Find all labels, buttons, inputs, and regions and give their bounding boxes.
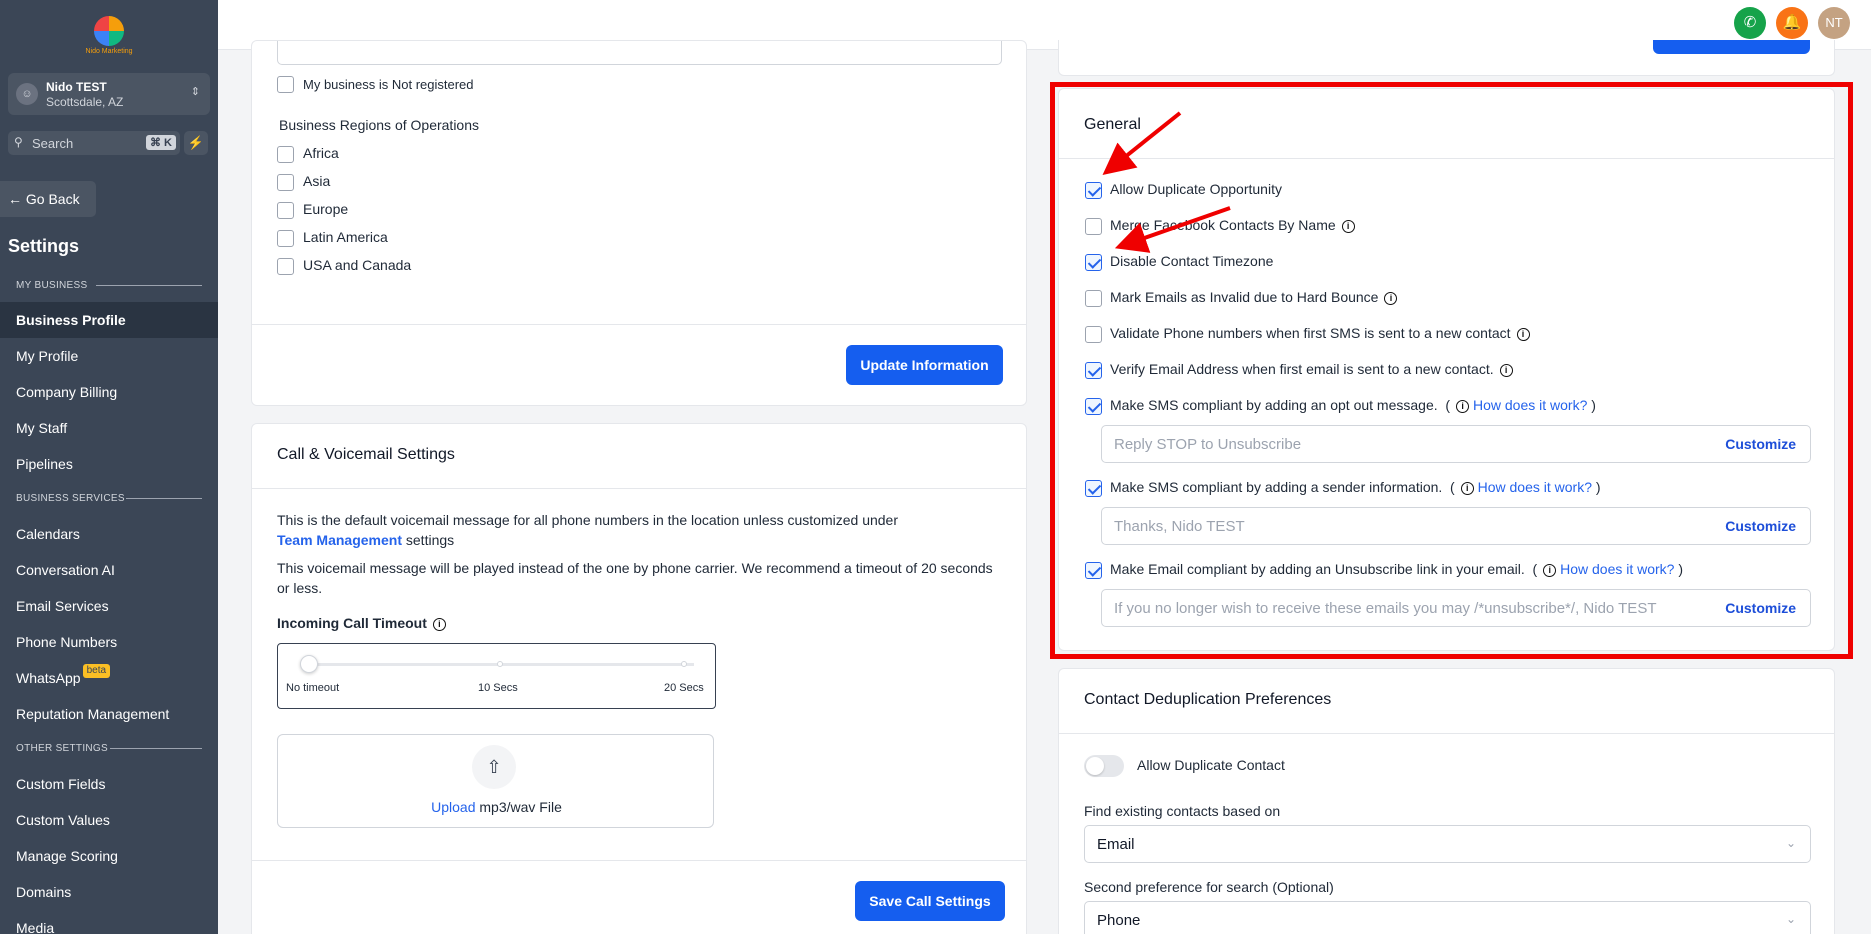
sidebar-item-custom-values[interactable]: Custom Values (0, 802, 218, 838)
dedup-title: Contact Deduplication Preferences (1084, 691, 1332, 708)
second-pref-label: Second preference for search (Optional) (1084, 879, 1334, 895)
slider-tick (681, 661, 687, 667)
divider (252, 860, 1026, 861)
search-input[interactable]: ⚲ Search ⌘ K (8, 131, 180, 155)
not-registered-label: My business is Not registered (303, 77, 474, 92)
slider-tick-label: 20 Secs (664, 682, 704, 694)
toggle-label: Allow Duplicate Contact (1137, 757, 1285, 773)
region-label: USA and Canada (303, 257, 412, 273)
regions-title: Business Regions of Operations (279, 117, 479, 133)
sidebar-item-phone-numbers[interactable]: Phone Numbers (0, 624, 218, 660)
settings-title: Settings (8, 236, 80, 256)
region-label: Africa (303, 145, 339, 161)
company-logo[interactable]: Nido Marketing (80, 16, 138, 58)
annotation-highlight-box (1050, 82, 1853, 659)
sidebar-item-pipelines[interactable]: Pipelines (0, 446, 218, 482)
sidebar-item-email-services[interactable]: Email Services (0, 588, 218, 624)
shortcut-badge: ⌘ K (146, 135, 176, 150)
region-label: Latin America (303, 229, 388, 245)
divider (1059, 733, 1834, 734)
timeout-label: Incoming Call Timeout i (277, 615, 446, 631)
divider (252, 324, 1026, 325)
region-label: Asia (303, 173, 331, 189)
chevron-down-icon: ⌄ (1785, 836, 1796, 850)
sidebar-item-manage-scoring[interactable]: Manage Scoring (0, 838, 218, 874)
sidebar-item-my-staff[interactable]: My Staff (0, 410, 218, 446)
upload-dropzone[interactable]: ⇧ Upload mp3/wav File (277, 734, 714, 828)
call-voicemail-card: Call & Voicemail Settings This is the de… (251, 423, 1027, 934)
business-field-partial[interactable] (277, 41, 1002, 65)
region-checkbox-asia[interactable] (277, 174, 294, 191)
timeout-slider[interactable]: No timeout 10 Secs 20 Secs (277, 643, 716, 709)
previous-card-button[interactable] (1653, 40, 1810, 54)
sidebar-item-reputation-management[interactable]: Reputation Management (0, 696, 218, 732)
voicemail-recommendation: This voicemail message will be played in… (277, 560, 993, 596)
cloud-upload-icon: ⇧ (472, 745, 516, 789)
info-icon[interactable]: i (432, 618, 446, 631)
sidebar-item-conversation-ai[interactable]: Conversation AI (0, 552, 218, 588)
previous-card (1058, 40, 1835, 76)
sidebar-item-domains[interactable]: Domains (0, 874, 218, 910)
region-checkbox-europe[interactable] (277, 202, 294, 219)
section-label: OTHER SETTINGS (16, 743, 108, 754)
slider-handle[interactable] (300, 655, 318, 673)
slider-tick-label: 10 Secs (478, 682, 518, 694)
not-registered-checkbox[interactable] (277, 76, 294, 93)
contact-dedup-card: Contact Deduplication Preferences Allow … (1058, 668, 1835, 934)
upload-label: Upload mp3/wav File (431, 799, 562, 815)
region-label: Europe (303, 201, 349, 217)
divider (110, 748, 202, 749)
business-info-card: My business is Not registered Business R… (251, 40, 1027, 406)
account-location: Scottsdale, AZ (46, 95, 124, 109)
chevron-updown-icon: ⇕ (190, 86, 200, 98)
find-label: Find existing contacts based on (1084, 803, 1281, 819)
slider-track (314, 663, 694, 666)
team-management-link[interactable]: Team Management (277, 532, 402, 548)
find-contacts-select[interactable]: Email ⌄ (1084, 825, 1811, 863)
user-circle-icon: ☺ (16, 83, 38, 105)
sidebar-item-business-profile[interactable]: Business Profile (0, 302, 218, 338)
slider-tick (497, 661, 503, 667)
region-checkbox-latin-america[interactable] (277, 230, 294, 247)
sidebar-item-media[interactable]: Media (0, 910, 218, 934)
chevron-down-icon: ⌄ (1785, 912, 1796, 926)
divider (96, 285, 202, 286)
voicemail-description: This is the default voicemail message fo… (277, 512, 898, 548)
avatar[interactable]: NT (1818, 7, 1850, 39)
divider (126, 498, 202, 499)
quick-action-bolt-icon[interactable]: ⚡ (184, 131, 208, 155)
allow-duplicate-contact-toggle[interactable] (1084, 755, 1124, 777)
section-label: BUSINESS SERVICES (16, 493, 125, 504)
sidebar-item-company-billing[interactable]: Company Billing (0, 374, 218, 410)
beta-badge: beta (82, 664, 111, 678)
section-label: MY BUSINESS (16, 280, 88, 291)
sidebar-item-whatsapp[interactable]: WhatsApp beta (0, 660, 218, 696)
sidebar-item-my-profile[interactable]: My Profile (0, 338, 218, 374)
region-checkbox-usa-canada[interactable] (277, 258, 294, 275)
upload-link[interactable]: Upload (431, 799, 475, 815)
account-switcher[interactable]: ☺ Nido TEST Scottsdale, AZ ⇕ (8, 73, 210, 115)
divider (252, 488, 1026, 489)
account-name: Nido TEST (46, 80, 107, 94)
sidebar: Nido Marketing ☺ Nido TEST Scottsdale, A… (0, 0, 218, 934)
bell-icon[interactable]: 🔔 (1776, 7, 1808, 39)
save-call-settings-button[interactable]: Save Call Settings (855, 881, 1005, 921)
phone-icon[interactable]: ✆ (1734, 7, 1766, 39)
sidebar-item-calendars[interactable]: Calendars (0, 516, 218, 552)
search-icon: ⚲ (14, 135, 23, 149)
update-information-button[interactable]: Update Information (846, 345, 1003, 385)
sidebar-item-custom-fields[interactable]: Custom Fields (0, 766, 218, 802)
second-preference-select[interactable]: Phone ⌄ (1084, 901, 1811, 934)
region-checkbox-africa[interactable] (277, 146, 294, 163)
call-settings-title: Call & Voicemail Settings (277, 446, 455, 463)
slider-tick-label: No timeout (286, 682, 340, 694)
go-back-button[interactable]: ← Go Back (0, 181, 96, 217)
